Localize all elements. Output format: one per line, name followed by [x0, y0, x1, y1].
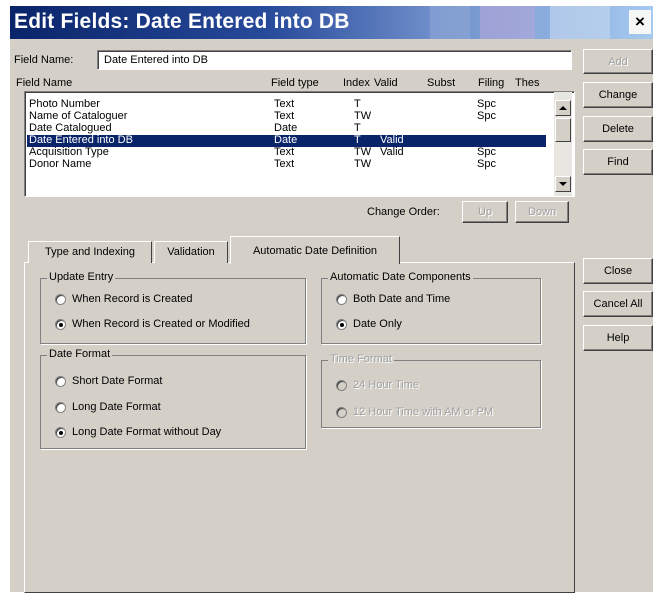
row-valid: Valid: [380, 146, 404, 158]
close-button[interactable]: Close: [583, 258, 653, 284]
radio-12-hour-time[interactable]: 12 Hour Time with AM or PM: [336, 406, 536, 420]
move-up-button[interactable]: Up: [462, 201, 508, 223]
row-field-name: Date Catalogued: [29, 122, 112, 134]
col-header-filing: Filing: [478, 77, 505, 89]
row-filing: Spc: [477, 110, 496, 122]
time-format-group: Time Format 24 Hour Time 12 Hour Time wi…: [321, 353, 541, 428]
radio-label: Long Date Format without Day: [72, 426, 222, 438]
row-field-name: Acquisition Type: [29, 146, 109, 158]
scroll-down-icon[interactable]: [555, 176, 571, 192]
radio-button-selected-icon: [336, 319, 347, 330]
field-name-value: Date Entered into DB: [104, 54, 208, 66]
row-field-type: Text: [274, 146, 295, 158]
delete-button[interactable]: Delete: [583, 116, 653, 142]
time-format-title: Time Format: [328, 353, 394, 365]
row-index: T: [354, 134, 361, 146]
row-index: TW: [354, 146, 372, 158]
radio-short-date-format[interactable]: Short Date Format: [55, 375, 295, 389]
radio-long-date-format[interactable]: Long Date Format: [55, 401, 295, 415]
row-field-type: Text: [274, 98, 295, 110]
radio-24-hour-time[interactable]: 24 Hour Time: [336, 379, 536, 393]
radio-label: Short Date Format: [72, 375, 163, 387]
radio-button-icon: [55, 294, 66, 305]
update-entry-group: Update Entry When Record is Created When…: [40, 271, 306, 344]
help-button[interactable]: Help: [583, 325, 653, 351]
row-field-type: Date: [274, 134, 298, 146]
radio-button-icon: [336, 380, 347, 391]
field-name-input[interactable]: Date Entered into DB: [97, 50, 572, 70]
vertical-scrollbar[interactable]: [554, 92, 572, 196]
radio-label: When Record is Created or Modified: [72, 318, 250, 330]
radio-button-icon: [336, 407, 347, 418]
row-field-name: Donor Name: [29, 158, 92, 170]
radio-label: Long Date Format: [72, 401, 161, 413]
row-index: T: [354, 98, 361, 110]
tab-validation[interactable]: Validation: [154, 241, 228, 263]
col-header-subst: Subst: [427, 77, 456, 89]
col-header-index: Index: [343, 77, 370, 89]
radio-button-selected-icon: [55, 427, 66, 438]
row-index: TW: [354, 158, 372, 170]
radio-label: When Record is Created: [72, 293, 193, 305]
row-field-name: Date Entered into DB: [29, 134, 133, 146]
row-index: T: [354, 122, 361, 134]
scroll-up-icon[interactable]: [555, 100, 571, 116]
cancel-all-button[interactable]: Cancel All: [583, 291, 653, 317]
title-decoration: [480, 6, 535, 39]
row-field-type: Date: [274, 122, 298, 134]
date-components-group: Automatic Date Components Both Date and …: [321, 271, 541, 344]
close-window-icon[interactable]: ×: [629, 10, 651, 34]
change-button[interactable]: Change: [583, 82, 653, 108]
change-order-label: Change Order:: [367, 206, 440, 218]
radio-both-date-and-time[interactable]: Both Date and Time: [336, 293, 536, 307]
col-header-thes: Thes: [515, 77, 540, 89]
title-decoration: [550, 6, 610, 39]
radio-button-icon: [336, 294, 347, 305]
window-title: Edit Fields: Date Entered into DB: [14, 10, 350, 33]
row-valid: Valid: [380, 134, 404, 146]
date-format-group: Date Format Short Date Format Long Date …: [40, 348, 306, 449]
title-bar[interactable]: Edit Fields: Date Entered into DB: [10, 6, 653, 39]
scroll-thumb[interactable]: [555, 118, 571, 142]
radio-label: Date Only: [353, 318, 402, 330]
radio-when-created-or-modified[interactable]: When Record is Created or Modified: [55, 318, 295, 332]
field-name-label: Field Name:: [14, 54, 74, 66]
move-down-button[interactable]: Down: [515, 201, 569, 223]
radio-long-date-without-day[interactable]: Long Date Format without Day: [55, 426, 295, 440]
row-field-type: Text: [274, 158, 295, 170]
col-header-field-type: Field type: [271, 77, 319, 89]
tab-automatic-date-definition[interactable]: Automatic Date Definition: [230, 236, 400, 264]
row-field-type: Text: [274, 110, 295, 122]
add-button[interactable]: Add: [583, 49, 653, 74]
date-format-title: Date Format: [47, 348, 113, 360]
row-index: TW: [354, 110, 372, 122]
row-field-name: Name of Cataloguer: [29, 110, 128, 122]
edit-fields-dialog: Edit Fields: Date Entered into DB × Fiel…: [9, 5, 653, 593]
col-header-field-name: Field Name: [16, 77, 73, 89]
find-button[interactable]: Find: [583, 149, 653, 175]
row-filing: Spc: [477, 146, 496, 158]
col-header-valid: Valid: [374, 77, 398, 89]
radio-button-selected-icon: [55, 319, 66, 330]
title-decoration: [430, 6, 470, 39]
radio-when-created[interactable]: When Record is Created: [55, 293, 295, 307]
radio-button-icon: [55, 376, 66, 387]
radio-label: Both Date and Time: [353, 293, 451, 305]
row-filing: Spc: [477, 158, 496, 170]
radio-button-icon: [55, 402, 66, 413]
radio-label: 24 Hour Time: [353, 379, 420, 391]
table-row[interactable]: Donor Name Text TW Spc: [27, 158, 546, 171]
row-field-name: Photo Number: [29, 98, 100, 110]
tab-type-and-indexing[interactable]: Type and Indexing: [28, 241, 152, 263]
update-entry-title: Update Entry: [47, 271, 116, 283]
date-components-title: Automatic Date Components: [328, 271, 473, 283]
field-list[interactable]: Photo Number Text T Spc Name of Catalogu…: [24, 91, 575, 197]
radio-date-only[interactable]: Date Only: [336, 318, 536, 332]
radio-label: 12 Hour Time with AM or PM: [353, 406, 493, 418]
row-filing: Spc: [477, 98, 496, 110]
